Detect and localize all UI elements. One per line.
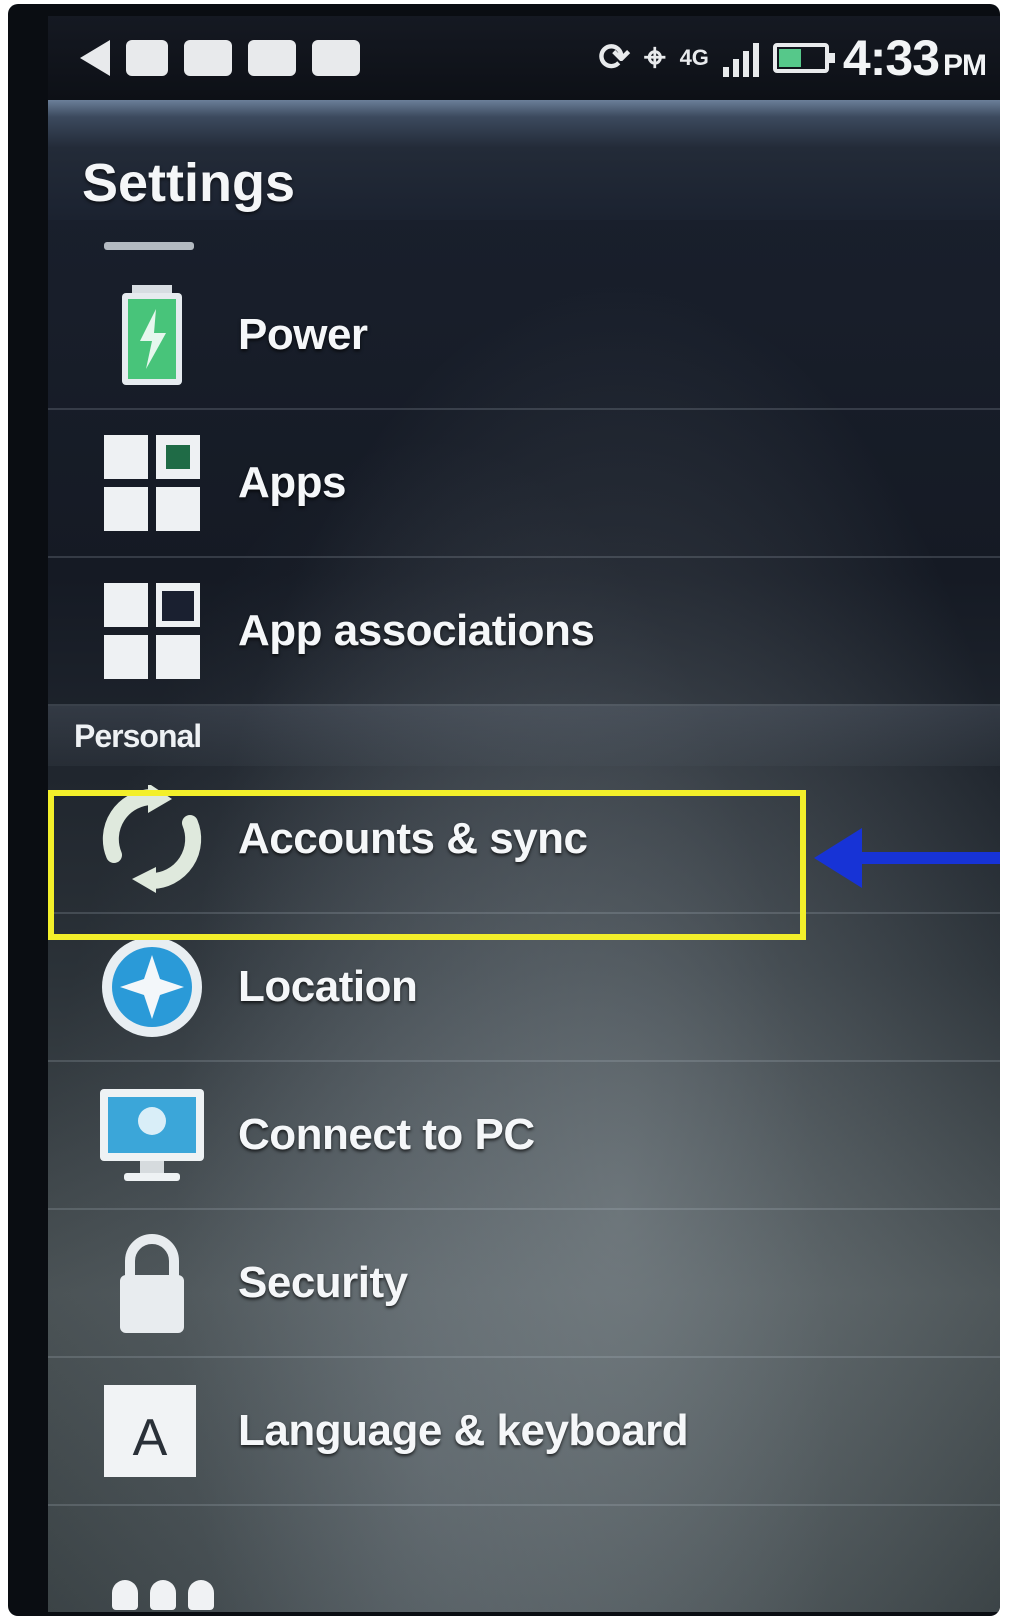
more-items-indicator — [112, 1580, 214, 1610]
section-header-personal: Personal — [48, 706, 1000, 766]
mail-icon — [248, 40, 296, 76]
settings-item-power[interactable]: Power — [48, 262, 1000, 410]
lock-icon — [120, 1234, 184, 1333]
gps-icon: ⌖ — [644, 37, 666, 79]
settings-item-label: Power — [238, 310, 368, 359]
battery-icon — [122, 285, 182, 385]
signal-icon — [722, 39, 759, 77]
back-icon — [80, 40, 110, 76]
sync-status-icon: ⟳ — [598, 37, 631, 79]
alarm-icon — [126, 40, 168, 76]
svg-text:A: A — [133, 1409, 168, 1467]
settings-item-label: Language & keyboard — [238, 1406, 689, 1455]
settings-item-connect-to-pc[interactable]: Connect to PC — [48, 1062, 1000, 1210]
page-title: Settings — [82, 153, 296, 213]
language-keyboard-icon: A — [104, 1385, 196, 1477]
settings-item-label: Connect to PC — [238, 1110, 535, 1159]
location-icon — [102, 937, 202, 1037]
connect-to-pc-icon — [100, 1089, 204, 1181]
settings-item-app-associations[interactable]: App associations — [48, 558, 1000, 706]
status-bar: ⟳ ⌖ 4G 4:33 PM — [48, 16, 1000, 100]
section-header-label: Personal — [74, 717, 202, 754]
settings-item-security[interactable]: Security — [48, 1210, 1000, 1358]
settings-item-apps[interactable]: Apps — [48, 410, 1000, 558]
clock-ampm: PM — [943, 49, 987, 82]
apps-grid-icon — [104, 435, 200, 531]
settings-item-language-keyboard[interactable]: A Language & keyboard — [48, 1358, 1000, 1506]
battery-icon — [772, 43, 835, 73]
message-icon — [312, 40, 360, 76]
annotation-arrow-line — [854, 852, 1000, 864]
clock-time: 4:33 — [842, 30, 940, 86]
settings-item-label: Apps — [238, 458, 347, 507]
phone-frame: ⟳ ⌖ 4G 4:33 PM Settings Power Apps App a… — [8, 4, 1000, 1616]
title-bar: Settings — [48, 100, 1000, 220]
battery-level-fill — [778, 49, 801, 67]
settings-item-label: Location — [238, 962, 418, 1011]
settings-item-label: App associations — [238, 606, 595, 655]
settings-item-label: Security — [238, 1258, 408, 1307]
scroll-edge-indicator — [104, 242, 194, 250]
app-associations-icon — [104, 583, 200, 679]
highlight-box-accounts-sync — [48, 790, 806, 940]
network-type: 4G — [679, 45, 709, 70]
notification-icon — [184, 40, 232, 76]
clock: 4:33 PM — [842, 29, 987, 87]
